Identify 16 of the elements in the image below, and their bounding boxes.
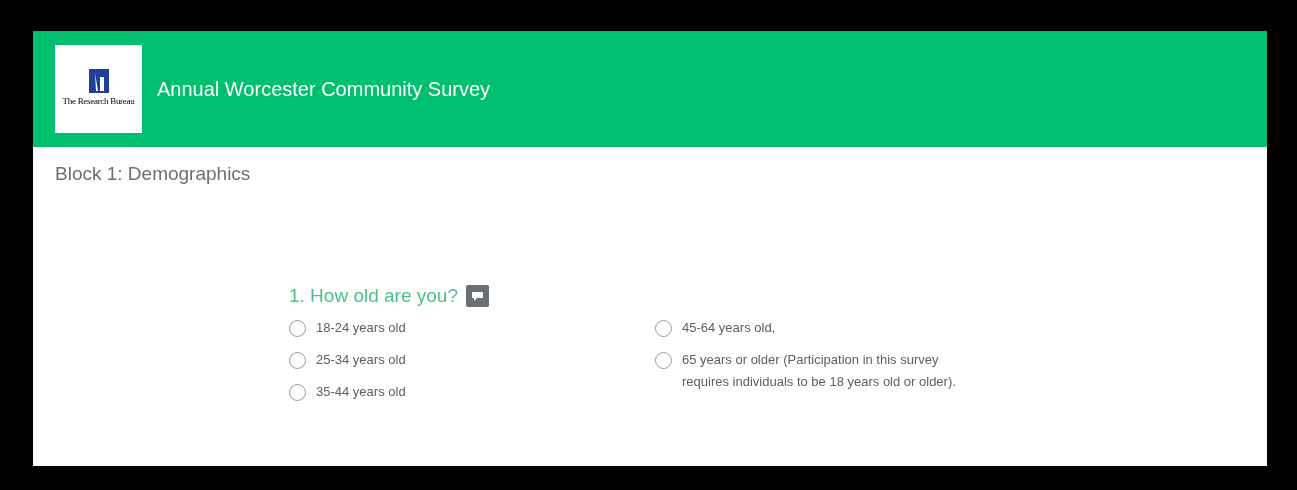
radio-button[interactable] <box>289 320 306 337</box>
radio-button[interactable] <box>289 384 306 401</box>
question-title: 1. How old are you? <box>289 283 458 308</box>
radio-button[interactable] <box>289 352 306 369</box>
option-label[interactable]: 45-64 years old, <box>682 317 776 339</box>
option-label[interactable]: 35-44 years old <box>316 381 406 403</box>
option-label[interactable]: 65 years or older (Participation in this survey requires individuals to be 18 years old or older). <box>682 349 982 393</box>
option-label[interactable]: 25-34 years old <box>316 349 406 371</box>
survey-title: Annual Worcester Community Survey <box>157 77 491 102</box>
option-label[interactable]: 18-24 years old <box>316 317 406 339</box>
logo-text: The Research Bureau <box>62 95 135 109</box>
radio-button[interactable] <box>655 320 672 337</box>
comment-icon[interactable] <box>466 284 489 307</box>
building-icon <box>88 69 109 94</box>
radio-button[interactable] <box>655 352 672 369</box>
block-title: Block 1: Demographics <box>54 162 252 186</box>
